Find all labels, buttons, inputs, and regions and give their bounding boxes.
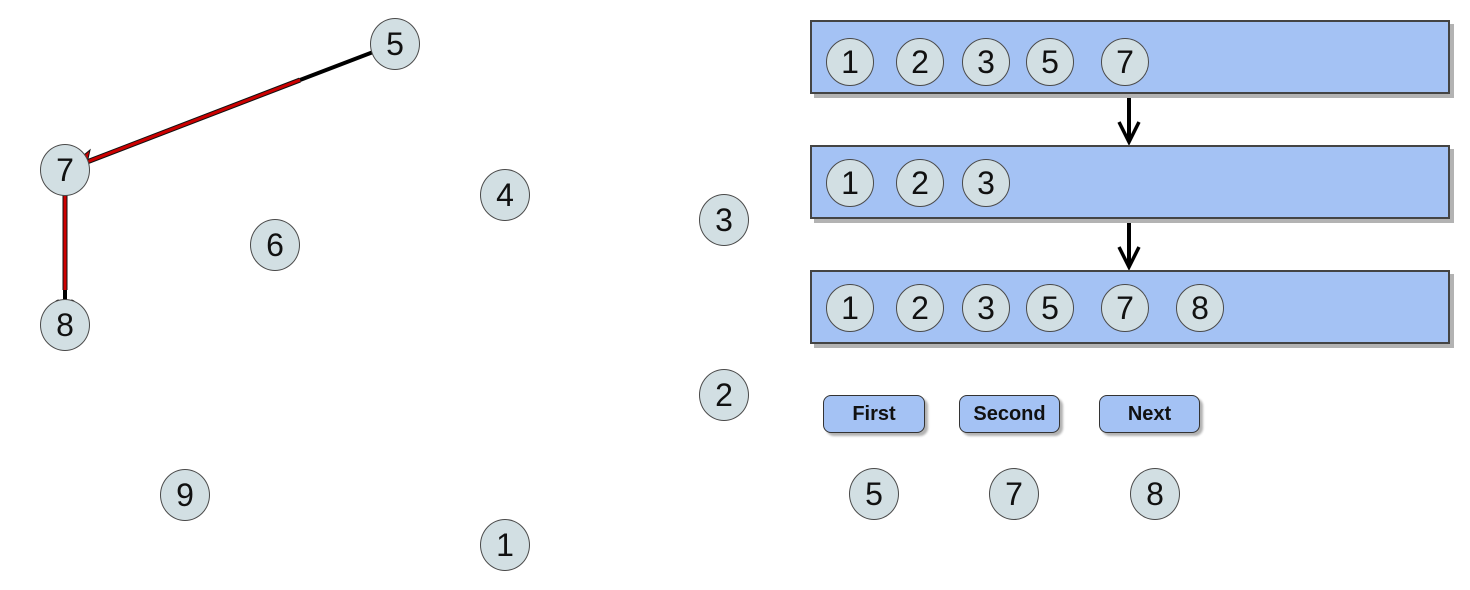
set-item: 3 xyxy=(962,284,1010,332)
node-label: 2 xyxy=(715,377,733,413)
node-label: 6 xyxy=(266,227,284,263)
set-item: 1 xyxy=(826,159,874,207)
set-item: 3 xyxy=(962,38,1010,86)
set-item: 2 xyxy=(896,38,944,86)
next-value-node: 8 xyxy=(1130,468,1180,520)
first-button[interactable]: First xyxy=(823,395,925,433)
set-item-label: 3 xyxy=(977,165,995,201)
node-label: 4 xyxy=(496,177,514,213)
set-item: 5 xyxy=(1026,38,1074,86)
second-button[interactable]: Second xyxy=(959,395,1060,433)
node-label: 9 xyxy=(176,477,194,513)
edge-5-7 xyxy=(64,42,395,173)
set-item-label: 3 xyxy=(977,290,995,326)
set-item-label: 1 xyxy=(841,290,859,326)
set-item-label: 5 xyxy=(1041,44,1059,80)
set-box-2: 1 2 3 xyxy=(810,145,1450,219)
set-item: 2 xyxy=(896,284,944,332)
set-item: 1 xyxy=(826,284,874,332)
graph-node-8[interactable]: 8 xyxy=(40,299,90,351)
graph-node-2[interactable]: 2 xyxy=(699,369,749,421)
set-item-label: 2 xyxy=(911,290,929,326)
set-item: 5 xyxy=(1026,284,1074,332)
graph-node-7[interactable]: 7 xyxy=(40,144,90,196)
set-item-label: 7 xyxy=(1116,44,1134,80)
set-item: 3 xyxy=(962,159,1010,207)
first-value-node: 5 xyxy=(849,468,899,520)
node-label: 5 xyxy=(386,26,404,62)
set-item-label: 7 xyxy=(1116,290,1134,326)
node-label: 3 xyxy=(715,202,733,238)
graph-node-1[interactable]: 1 xyxy=(480,519,530,571)
set-item: 1 xyxy=(826,38,874,86)
set-item-label: 2 xyxy=(911,44,929,80)
first-value-label: 5 xyxy=(865,476,883,512)
set-item-label: 8 xyxy=(1191,290,1209,326)
set-item: 8 xyxy=(1176,284,1224,332)
graph-node-3[interactable]: 3 xyxy=(699,194,749,246)
arrow-box1-box2 xyxy=(1117,96,1141,146)
next-value-label: 8 xyxy=(1146,476,1164,512)
set-item-label: 3 xyxy=(977,44,995,80)
second-value-node: 7 xyxy=(989,468,1039,520)
graph-node-4[interactable]: 4 xyxy=(480,169,530,221)
set-item-label: 1 xyxy=(841,165,859,201)
graph-node-5[interactable]: 5 xyxy=(370,18,420,70)
next-button[interactable]: Next xyxy=(1099,395,1200,433)
graph-node-9[interactable]: 9 xyxy=(160,469,210,521)
node-label: 1 xyxy=(496,527,514,563)
set-item-label: 5 xyxy=(1041,290,1059,326)
set-item-label: 1 xyxy=(841,44,859,80)
set-item-label: 2 xyxy=(911,165,929,201)
set-item: 7 xyxy=(1101,38,1149,86)
set-box-1: 1 2 3 5 7 xyxy=(810,20,1450,94)
arrow-box2-box3 xyxy=(1117,221,1141,271)
set-item: 2 xyxy=(896,159,944,207)
node-label: 8 xyxy=(56,307,74,343)
node-label: 7 xyxy=(56,152,74,188)
set-item: 7 xyxy=(1101,284,1149,332)
set-box-3: 1 2 3 5 7 8 xyxy=(810,270,1450,344)
graph-node-6[interactable]: 6 xyxy=(250,219,300,271)
second-value-label: 7 xyxy=(1005,476,1023,512)
